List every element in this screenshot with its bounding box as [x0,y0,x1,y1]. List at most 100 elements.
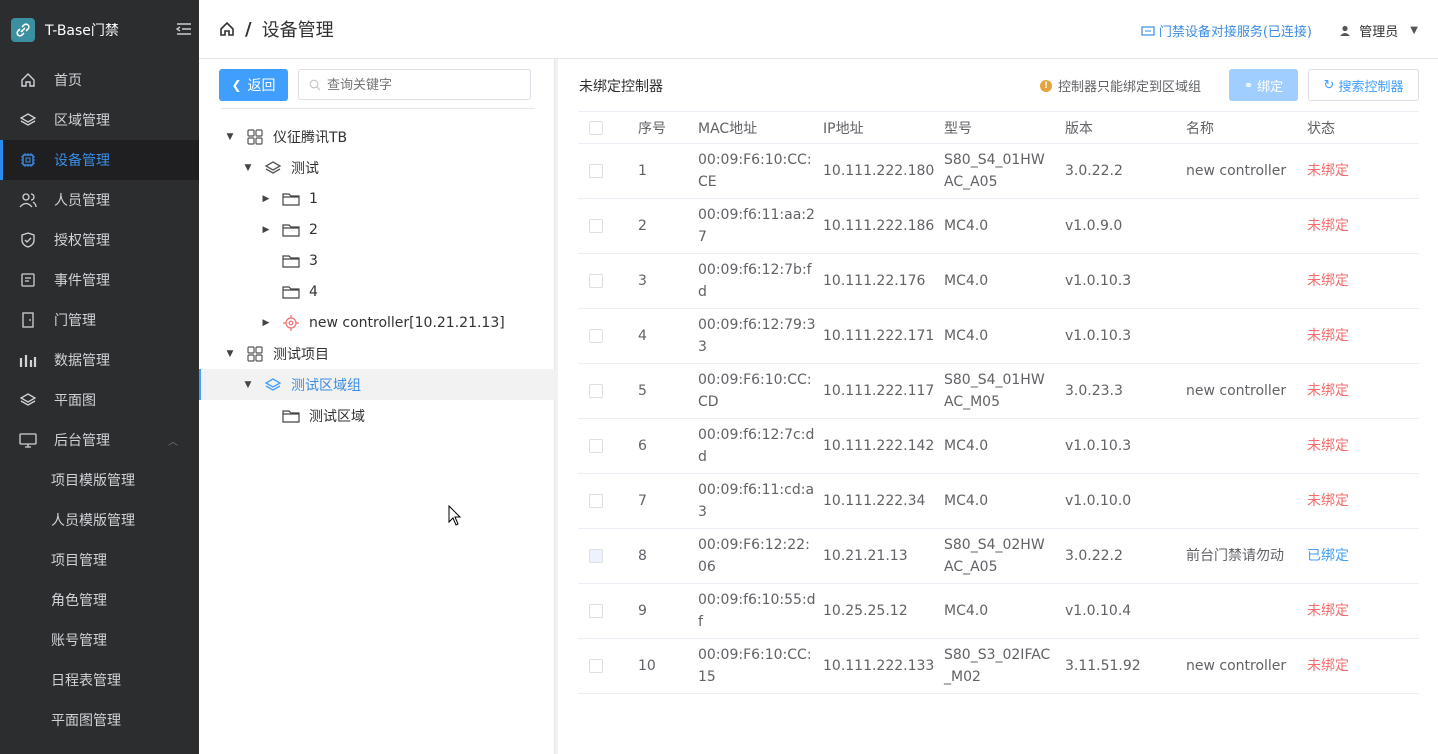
cell-line: MC4.0 [944,493,989,509]
folder-icon [281,407,301,425]
tree-node[interactable]: ▶ 1 [199,183,555,214]
cell-name [1186,473,1307,529]
col-status: 状态 [1307,111,1419,144]
sidebar-item-3[interactable]: 人员管理 [0,180,199,220]
tree-node[interactable]: ▶ 2 [199,214,555,245]
sidebar-subitem[interactable]: 账号管理 [0,620,199,660]
cell-line: 15 [698,669,716,685]
connection-status[interactable]: 门禁设备对接服务(已连接) [1141,21,1312,40]
caret-down-icon[interactable]: ▼ [241,163,255,173]
table-row[interactable]: 2 00:09:f6:11:aa:2 7 10.111.222.186 MC4.0 v1.… [578,198,1419,254]
logo[interactable]: T-Base门禁 [0,0,199,60]
tree-node[interactable]: ▶ new controller[10.21.21.13] [199,307,555,338]
door-icon [18,310,38,330]
tree-node[interactable]: ▼ 测试区域组 [199,369,555,400]
caret-right-icon[interactable]: ▶ [259,318,273,328]
chip-icon [18,150,38,170]
table-row[interactable]: 9 00:09:f6:10:55:d f 10.25.25.12 MC4.0 v1.0.1… [578,583,1419,639]
table-row[interactable]: 4 00:09:f6:12:79:3 3 10.111.222.171 MC4.0 v1.… [578,308,1419,364]
cell-name: new controller [1186,143,1307,199]
sidebar-subitem[interactable]: 平面图管理 [0,700,199,740]
area-tree: ▼ 仪征腾讯TB ▼ 测试 ▶ 1 ▶ 2 3 4 ▶ new controller[10.21.21… [199,121,555,431]
row-checkbox[interactable] [589,384,603,398]
sidebar-item-7[interactable]: 数据管理 [0,340,199,380]
row-checkbox[interactable] [589,439,603,453]
link-logo-icon [11,18,35,42]
row-checkbox[interactable] [589,494,603,508]
table-row[interactable]: 5 00:09:F6:10:CC: CD 10.111.222.117 S80_S4_0… [578,363,1419,419]
grid-icon [245,128,265,146]
bind-button[interactable]: ⚭ 绑定 [1229,69,1298,101]
sidebar-item-0[interactable]: 首页 [0,60,199,100]
sidebar-item-4[interactable]: 授权管理 [0,220,199,260]
home-icon[interactable] [219,21,235,37]
sidebar-subitem[interactable]: 项目模版管理 [0,460,199,500]
sidebar-item-6[interactable]: 门管理 [0,300,199,340]
sidebar-item-2[interactable]: 设备管理 [0,140,199,180]
table-row[interactable]: 8 00:09:F6:12:22: 06 10.21.21.13 S80_S4_02HW… [578,528,1419,584]
sidebar-subitem[interactable]: 人员模版管理 [0,500,199,540]
sidebar-subitem[interactable]: 日程表管理 [0,660,199,700]
cell-model: MC4.0 [944,253,1065,309]
sidebar-item-9[interactable]: 后台管理 ︿ [0,420,199,460]
caret-down-icon[interactable]: ▼ [241,380,255,390]
cell-ip: 10.111.222.186 [823,198,944,254]
tree-node[interactable]: 测试区域 [199,400,555,431]
cell-line: 00:09:f6:11:aa:2 [698,207,815,223]
row-checkbox[interactable] [589,164,603,178]
cell-mac: 00:09:f6:12:79:3 3 [698,308,823,364]
sidebar-item-1[interactable]: 区域管理 [0,100,199,140]
row-checkbox[interactable] [589,329,603,343]
table-row[interactable]: 6 00:09:f6:12:7c:d d 10.111.222.142 MC4.0 v1.… [578,418,1419,474]
row-checkbox[interactable] [589,219,603,233]
sidebar-item-label: 授权管理 [54,233,110,249]
tree-node[interactable]: 3 [199,245,555,276]
cell-text: 8 [638,548,647,564]
cell-status: 未绑定 [1307,198,1419,254]
cell-ip: 10.25.25.12 [823,583,944,639]
table-row[interactable]: 1 00:09:F6:10:CC: CE 10.111.222.180 S80_S4_0… [578,143,1419,199]
tree-node[interactable]: ▼ 测试项目 [199,338,555,369]
row-checkbox[interactable] [589,274,603,288]
table-row[interactable]: 10 00:09:F6:10:CC: 15 10.111.222.133 S80_S3_… [578,638,1419,694]
refresh-icon: ↻ [1323,77,1335,93]
select-all-checkbox[interactable] [589,120,603,135]
cell-no: 10 [638,638,698,694]
menu-collapse-icon[interactable] [175,22,192,40]
sidebar-subitem[interactable]: 角色管理 [0,580,199,620]
caret-right-icon[interactable]: ▶ [259,225,273,235]
cell-version: v1.0.10.3 [1065,418,1186,474]
user-menu[interactable]: 管理员 ▼ [1339,21,1418,40]
caret-down-icon[interactable]: ▼ [223,349,237,359]
cell-text: 10.111.222.117 [823,383,935,399]
cell-status: 未绑定 [1307,583,1419,639]
divider [221,108,535,109]
link-icon: ⚭ [1243,78,1254,92]
tree-node-label: 测试区域组 [291,377,361,394]
sidebar-subitem[interactable]: 项目管理 [0,540,199,580]
cell-model: S80_S4_02HW AC_A05 [944,528,1065,584]
cell-line: 3 [698,504,707,520]
tree-node[interactable]: ▼ 仪征腾讯TB [199,121,555,152]
tree-node[interactable]: ▼ 测试 [199,152,555,183]
caret-right-icon[interactable]: ▶ [259,194,273,204]
search-input[interactable] [327,77,517,92]
tree-node[interactable]: 4 [199,276,555,307]
sidebar-item-5[interactable]: 事件管理 [0,260,199,300]
back-button[interactable]: ❮ 返回 [219,69,288,101]
controller-icon [281,314,301,332]
cell-text: 3.0.22.2 [1065,163,1123,179]
table-row[interactable]: 3 00:09:f6:12:7b:f d 10.111.22.176 MC4.0 v1.0… [578,253,1419,309]
col-model: 型号 [944,111,1065,144]
caret-down-icon[interactable]: ▼ [223,132,237,142]
table-header: 序号 MAC地址 IP地址 型号 版本 名称 状态 [578,111,1419,144]
cell-version: 3.11.51.92 [1065,638,1186,694]
sidebar-item-8[interactable]: 平面图 [0,380,199,420]
row-checkbox[interactable] [589,604,603,618]
tree-search[interactable] [298,69,531,100]
cell-text: 10.25.25.12 [823,603,908,619]
table-row[interactable]: 7 00:09:f6:11:cd:a 3 10.111.222.34 MC4.0 v1.0… [578,473,1419,529]
row-checkbox[interactable] [589,659,603,673]
cell-version: v1.0.10.0 [1065,473,1186,529]
search-controller-button[interactable]: ↻ 搜索控制器 [1308,69,1419,101]
